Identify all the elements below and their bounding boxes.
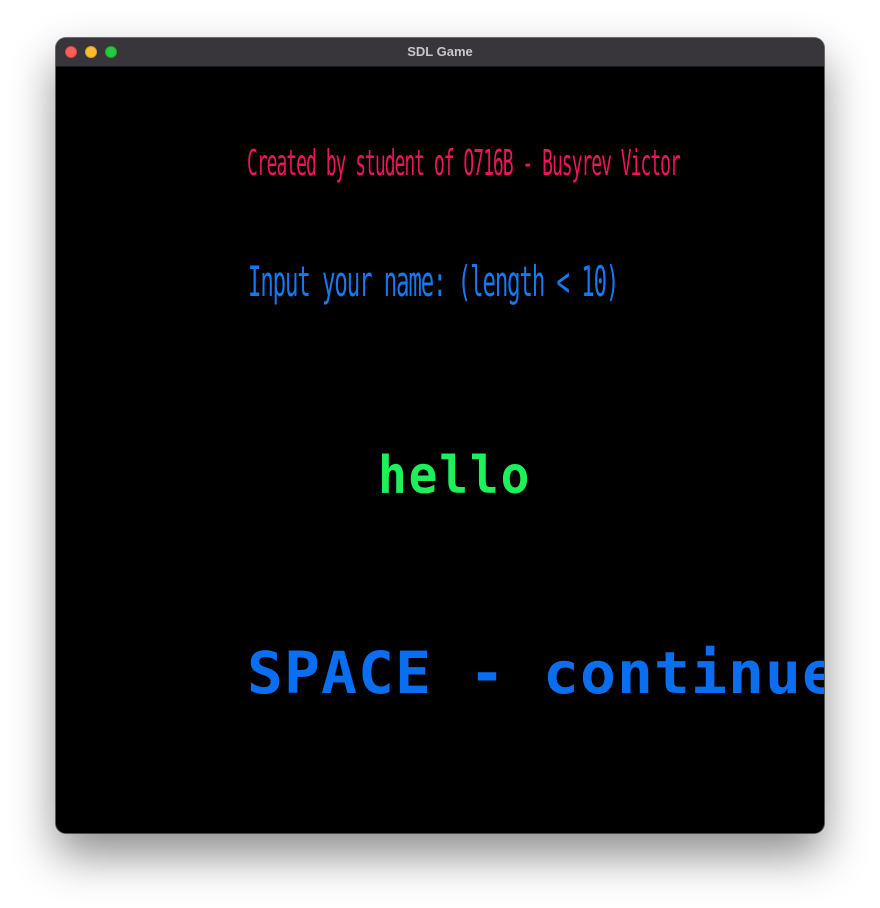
game-window: SDL Game Created by student of O716B - B… bbox=[56, 38, 824, 833]
game-canvas[interactable]: Created by student of O716B - Busyrev Vi… bbox=[56, 67, 824, 833]
window-title: SDL Game bbox=[407, 44, 473, 59]
continue-hint: SPACE - continue bbox=[247, 639, 824, 707]
title-bar[interactable]: SDL Game bbox=[56, 38, 824, 67]
credits-text: Created by student of O716B - Busyrev Vi… bbox=[247, 143, 681, 184]
name-prompt: Input your name: (length < 10) bbox=[248, 257, 619, 306]
player-name-input[interactable]: hello bbox=[378, 450, 531, 502]
desktop: SDL Game Created by student of O716B - B… bbox=[0, 0, 880, 908]
